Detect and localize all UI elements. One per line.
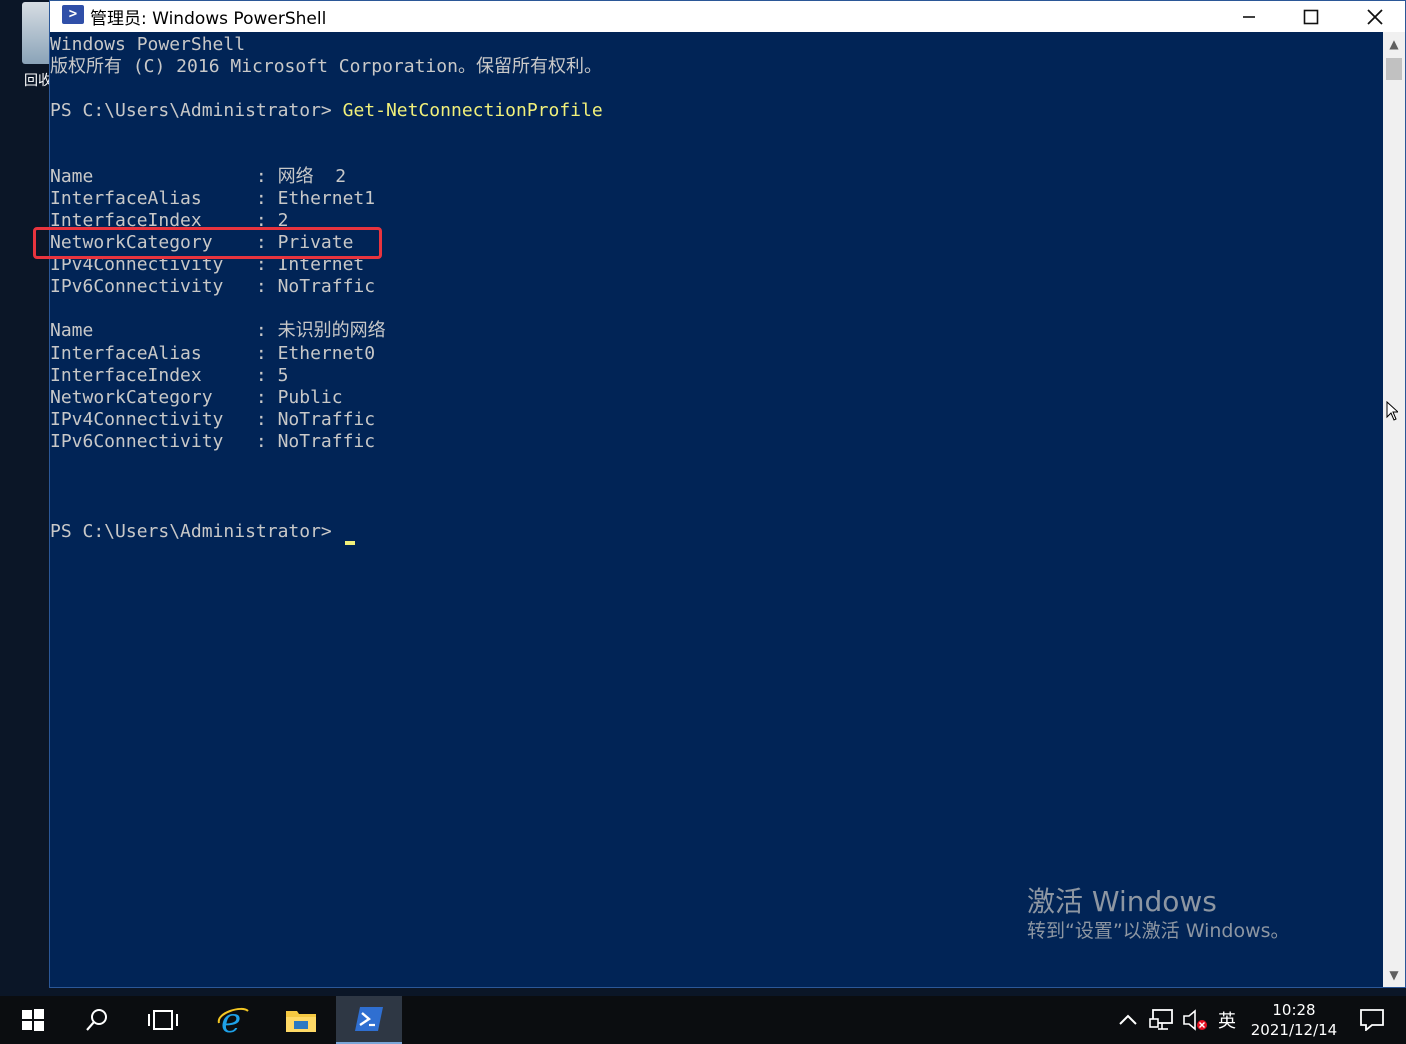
volume-muted-icon [1183, 1009, 1207, 1031]
maximize-button[interactable] [1281, 1, 1341, 32]
console-line: 版权所有 (C) 2016 Microsoft Corporation。保留所有… [50, 56, 602, 77]
action-center-button[interactable] [1352, 996, 1392, 1044]
title-bar[interactable]: > 管理员: Windows PowerShell [50, 1, 1405, 32]
console-line: IPv4Connectivity : NoTraffic [50, 409, 376, 430]
show-hidden-icons-button[interactable] [1114, 996, 1142, 1044]
windows-start-icon [22, 1009, 44, 1031]
prompt-text: PS C:\Users\Administrator> [50, 521, 343, 542]
maximize-icon [1303, 9, 1319, 24]
notification-icon [1360, 1009, 1384, 1031]
powershell-taskbar-button[interactable] [336, 996, 402, 1044]
console-line: InterfaceAlias : Ethernet1 [50, 188, 376, 209]
powershell-icon [355, 1007, 383, 1031]
scroll-up-button[interactable]: ▲ [1383, 34, 1405, 54]
mouse-pointer-icon [1386, 401, 1398, 421]
scrollbar-thumb[interactable] [1386, 58, 1402, 80]
console-prompt-line: PS C:\Users\Administrator> Get-NetConnec… [50, 100, 603, 122]
console-line: Name : 未识别的网络 [50, 320, 386, 341]
window-title: 管理员: Windows PowerShell [90, 9, 327, 29]
task-view-icon [148, 1010, 178, 1030]
clock-time: 10:28 [1272, 1001, 1316, 1019]
close-button[interactable] [1345, 1, 1405, 32]
clock[interactable]: 10:28 2021/12/14 [1236, 1000, 1352, 1040]
close-icon [1367, 8, 1383, 25]
text-cursor [344, 541, 355, 545]
minimize-icon [1243, 15, 1255, 18]
scroll-down-button[interactable]: ▼ [1383, 965, 1405, 985]
console-output[interactable]: Windows PowerShell 版权所有 (C) 2016 Microso… [33, 32, 1384, 987]
vertical-scrollbar[interactable]: ▲ ▼ [1383, 32, 1405, 987]
powershell-window: > 管理员: Windows PowerShell Windows PowerS… [33, 0, 1406, 988]
chevron-up-icon [1119, 1014, 1137, 1025]
internet-explorer-button[interactable]: e [200, 996, 266, 1044]
start-button[interactable] [0, 996, 66, 1044]
network-icon [1149, 1009, 1173, 1030]
minimize-button[interactable] [1219, 1, 1279, 32]
console-line: IPv6Connectivity : NoTraffic [50, 276, 376, 297]
console-line: IPv6Connectivity : NoTraffic [50, 431, 376, 452]
recycle-bin-icon[interactable] [22, 2, 52, 64]
powershell-title-icon[interactable]: > [62, 5, 84, 24]
console-line: NetworkCategory : Public [50, 387, 343, 408]
recycle-bin-label[interactable]: 回收 [24, 70, 50, 90]
clock-date: 2021/12/14 [1250, 1021, 1338, 1039]
console-line: InterfaceIndex : 5 [50, 365, 289, 386]
prompt-text: PS C:\Users\Administrator> [50, 100, 343, 121]
console-prompt-line: PS C:\Users\Administrator> [50, 521, 355, 545]
taskbar: e 英 10:28 2021/12/14 [0, 996, 1406, 1044]
command-text: Get-NetConnectionProfile [342, 100, 603, 121]
activation-subtitle: 转到“设置”以激活 Windows。 [1027, 920, 1290, 942]
task-view-button[interactable] [130, 996, 196, 1044]
console-line: InterfaceAlias : Ethernet0 [50, 343, 376, 364]
search-button[interactable] [64, 996, 130, 1044]
network-tray-button[interactable] [1146, 996, 1176, 1044]
file-explorer-button[interactable] [268, 996, 334, 1044]
volume-tray-button[interactable] [1180, 996, 1210, 1044]
search-icon [86, 1009, 107, 1031]
networkcategory-highlight-box [33, 227, 382, 259]
console-line: Windows PowerShell [50, 34, 246, 55]
activation-title: 激活 Windows [1027, 885, 1217, 918]
file-explorer-icon [286, 1011, 316, 1032]
activation-watermark: 激活 Windows 转到“设置”以激活 Windows。 [1027, 885, 1290, 943]
internet-explorer-icon: e [217, 1003, 249, 1037]
console-line: Name : 网络 2 [50, 166, 347, 187]
